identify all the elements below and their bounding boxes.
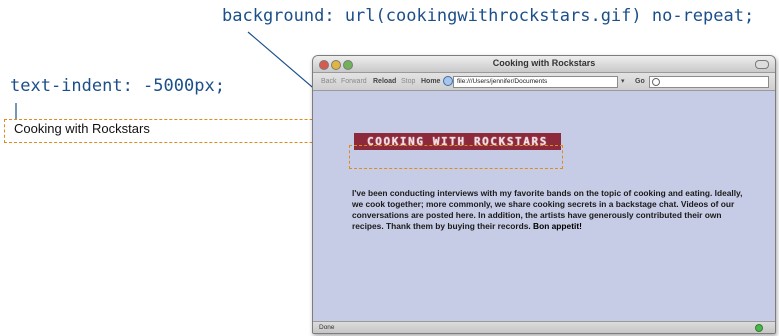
globe-icon: [443, 76, 453, 86]
address-bar[interactable]: file:///Users/jennifer/Documents: [453, 76, 618, 88]
status-bar: Done: [313, 321, 775, 333]
page-paragraph: I've been conducting interviews with my …: [352, 188, 752, 232]
back-button[interactable]: Back: [321, 78, 337, 85]
text-indent-css-callout: text-indent: -5000px;: [10, 76, 225, 96]
reload-button[interactable]: Reload: [373, 78, 396, 85]
toolbar-toggle-button[interactable]: [755, 60, 769, 69]
search-icon: [652, 78, 660, 86]
forward-button[interactable]: Forward: [341, 78, 367, 85]
title-bar: Cooking with Rockstars: [313, 56, 775, 73]
window-title: Cooking with Rockstars: [492, 58, 596, 68]
stop-button[interactable]: Stop: [401, 78, 415, 85]
paragraph-emphasis: Bon appetit!: [533, 221, 582, 231]
background-css-callout: background: url(cookingwithrockstars.gif…: [222, 6, 755, 26]
home-button[interactable]: Home: [421, 78, 440, 85]
browser-window: Cooking with Rockstars Back Forward Relo…: [312, 55, 776, 334]
status-text: Done: [319, 324, 335, 331]
chevron-down-icon[interactable]: ▾: [621, 77, 625, 85]
status-indicator-icon: [755, 324, 763, 332]
offscreen-heading-text: Cooking with Rockstars: [14, 121, 150, 136]
heading-outline-box: [349, 145, 563, 169]
search-input[interactable]: [649, 76, 769, 88]
go-button[interactable]: Go: [635, 78, 645, 85]
browser-toolbar: Back Forward Reload Stop Home file:///Us…: [313, 73, 775, 91]
page-content: COOKING WITH ROCKSTARS I've been conduct…: [313, 91, 775, 321]
